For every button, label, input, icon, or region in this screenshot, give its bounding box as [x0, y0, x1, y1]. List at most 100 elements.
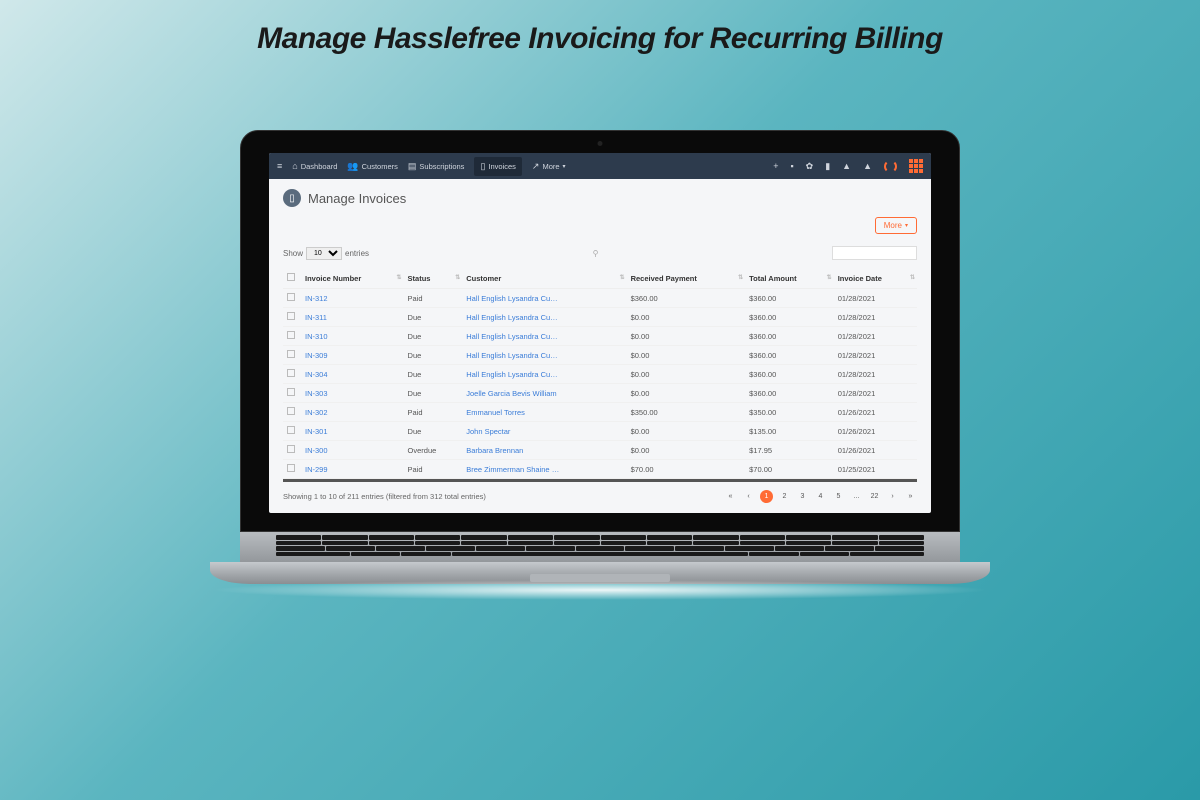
- invoice-link[interactable]: IN-311: [305, 313, 327, 322]
- row-checkbox[interactable]: [287, 331, 295, 339]
- apps-grid-icon[interactable]: [909, 159, 923, 173]
- nav-invoices[interactable]: ▯ Invoices: [474, 157, 521, 176]
- lock-icon[interactable]: ▮: [825, 161, 830, 172]
- chevron-down-icon: ▾: [905, 222, 908, 229]
- sort-icon: ⇅: [910, 274, 915, 281]
- external-icon: ↗: [532, 161, 540, 172]
- nav-more-label: More: [542, 162, 559, 171]
- row-checkbox[interactable]: [287, 464, 295, 472]
- logo-icon[interactable]: [884, 160, 897, 173]
- show-label: Show: [283, 249, 303, 258]
- select-all-checkbox[interactable]: [287, 273, 295, 281]
- row-checkbox[interactable]: [287, 445, 295, 453]
- search-icon[interactable]: ⚲: [593, 249, 599, 258]
- page-number[interactable]: 5: [832, 490, 845, 503]
- page-number[interactable]: 3: [796, 490, 809, 503]
- page-number[interactable]: 2: [778, 490, 791, 503]
- plus-icon[interactable]: +: [773, 161, 778, 171]
- date-cell: 01/25/2021: [834, 460, 917, 479]
- invoice-link[interactable]: IN-303: [305, 389, 328, 398]
- page-number[interactable]: 1: [760, 490, 773, 503]
- invoice-link[interactable]: IN-304: [305, 370, 328, 379]
- invoice-page-icon: ▯: [283, 189, 301, 207]
- chevron-down-icon: ▾: [563, 163, 566, 170]
- bell-icon[interactable]: ▲: [842, 161, 851, 171]
- customer-link[interactable]: Hall English Lysandra Cunni...: [466, 370, 561, 379]
- invoice-link[interactable]: IN-299: [305, 465, 328, 474]
- users-icon: 👥: [347, 161, 358, 172]
- menu-icon[interactable]: ≡: [277, 161, 282, 171]
- col-status[interactable]: Status⇅: [404, 268, 463, 289]
- nav-customers[interactable]: 👥 Customers: [347, 161, 397, 172]
- table-row: IN-302 Paid Emmanuel Torres $350.00 $350…: [283, 403, 917, 422]
- row-checkbox[interactable]: [287, 350, 295, 358]
- table-row: IN-299 Paid Bree Zimmerman Shaine Ha... …: [283, 460, 917, 479]
- page-number[interactable]: 22: [868, 490, 881, 503]
- invoice-link[interactable]: IN-301: [305, 427, 328, 436]
- table-row: IN-310 Due Hall English Lysandra Cunni..…: [283, 327, 917, 346]
- invoice-link[interactable]: IN-302: [305, 408, 328, 417]
- customer-link[interactable]: Hall English Lysandra Cunni...: [466, 313, 561, 322]
- row-checkbox[interactable]: [287, 426, 295, 434]
- row-checkbox[interactable]: [287, 369, 295, 377]
- page-first[interactable]: «: [724, 490, 737, 503]
- col-received[interactable]: Received Payment⇅: [627, 268, 746, 289]
- footer-info: Showing 1 to 10 of 211 entries (filtered…: [283, 492, 486, 501]
- search-input[interactable]: [832, 246, 917, 260]
- gear-icon[interactable]: ✿: [806, 161, 814, 172]
- row-checkbox[interactable]: [287, 388, 295, 396]
- page-number[interactable]: 4: [814, 490, 827, 503]
- square-icon[interactable]: ▪: [790, 161, 793, 171]
- date-cell: 01/28/2021: [834, 365, 917, 384]
- col-customer[interactable]: Customer⇅: [462, 268, 626, 289]
- nav-dashboard[interactable]: ⌂ Dashboard: [292, 161, 337, 171]
- received-cell: $360.00: [627, 289, 746, 308]
- nav-more[interactable]: ↗ More ▾: [532, 161, 566, 172]
- total-cell: $350.00: [745, 403, 834, 422]
- sort-icon: ⇅: [455, 274, 460, 281]
- nav-invoices-label: Invoices: [488, 162, 516, 171]
- total-cell: $360.00: [745, 384, 834, 403]
- sort-icon: ⇅: [397, 274, 402, 281]
- received-cell: $0.00: [627, 365, 746, 384]
- more-button[interactable]: More ▾: [875, 217, 917, 234]
- status-cell: Paid: [404, 289, 463, 308]
- row-checkbox[interactable]: [287, 407, 295, 415]
- entries-select[interactable]: 10: [306, 247, 342, 260]
- total-cell: $70.00: [745, 460, 834, 479]
- page-last[interactable]: »: [904, 490, 917, 503]
- customer-link[interactable]: Hall English Lysandra Cunni...: [466, 351, 561, 360]
- customer-link[interactable]: Bree Zimmerman Shaine Ha...: [466, 465, 561, 474]
- status-cell: Due: [404, 327, 463, 346]
- col-date[interactable]: Invoice Date⇅: [834, 268, 917, 289]
- invoice-link[interactable]: IN-309: [305, 351, 328, 360]
- invoices-table: Invoice Number⇅ Status⇅ Customer⇅ Receiv…: [283, 268, 917, 479]
- status-cell: Due: [404, 384, 463, 403]
- page-next[interactable]: ›: [886, 490, 899, 503]
- page-prev[interactable]: ‹: [742, 490, 755, 503]
- col-invoice-number[interactable]: Invoice Number⇅: [301, 268, 404, 289]
- table-row: IN-311 Due Hall English Lysandra Cunni..…: [283, 308, 917, 327]
- customer-link[interactable]: Emmanuel Torres: [466, 408, 561, 417]
- customer-link[interactable]: Hall English Lysandra Cunni...: [466, 332, 561, 341]
- invoice-link[interactable]: IN-310: [305, 332, 328, 341]
- customer-link[interactable]: John Spectar: [466, 427, 561, 436]
- invoice-link[interactable]: IN-312: [305, 294, 328, 303]
- nav-subscriptions[interactable]: ▤ Subscriptions: [408, 161, 465, 172]
- table-row: IN-312 Paid Hall English Lysandra Cunni.…: [283, 289, 917, 308]
- customer-link[interactable]: Barbara Brennan: [466, 446, 561, 455]
- row-checkbox[interactable]: [287, 312, 295, 320]
- status-cell: Due: [404, 308, 463, 327]
- row-checkbox[interactable]: [287, 293, 295, 301]
- page-number[interactable]: ...: [850, 490, 863, 503]
- invoice-link[interactable]: IN-300: [305, 446, 328, 455]
- customer-link[interactable]: Hall English Lysandra Cunni...: [466, 294, 561, 303]
- received-cell: $0.00: [627, 327, 746, 346]
- customer-link[interactable]: Joelle Garcia Bevis William: [466, 389, 561, 398]
- col-total[interactable]: Total Amount⇅: [745, 268, 834, 289]
- total-cell: $135.00: [745, 422, 834, 441]
- received-cell: $350.00: [627, 403, 746, 422]
- date-cell: 01/26/2021: [834, 441, 917, 460]
- laptop-shadow: [210, 580, 990, 600]
- user-icon[interactable]: ▲: [863, 161, 872, 171]
